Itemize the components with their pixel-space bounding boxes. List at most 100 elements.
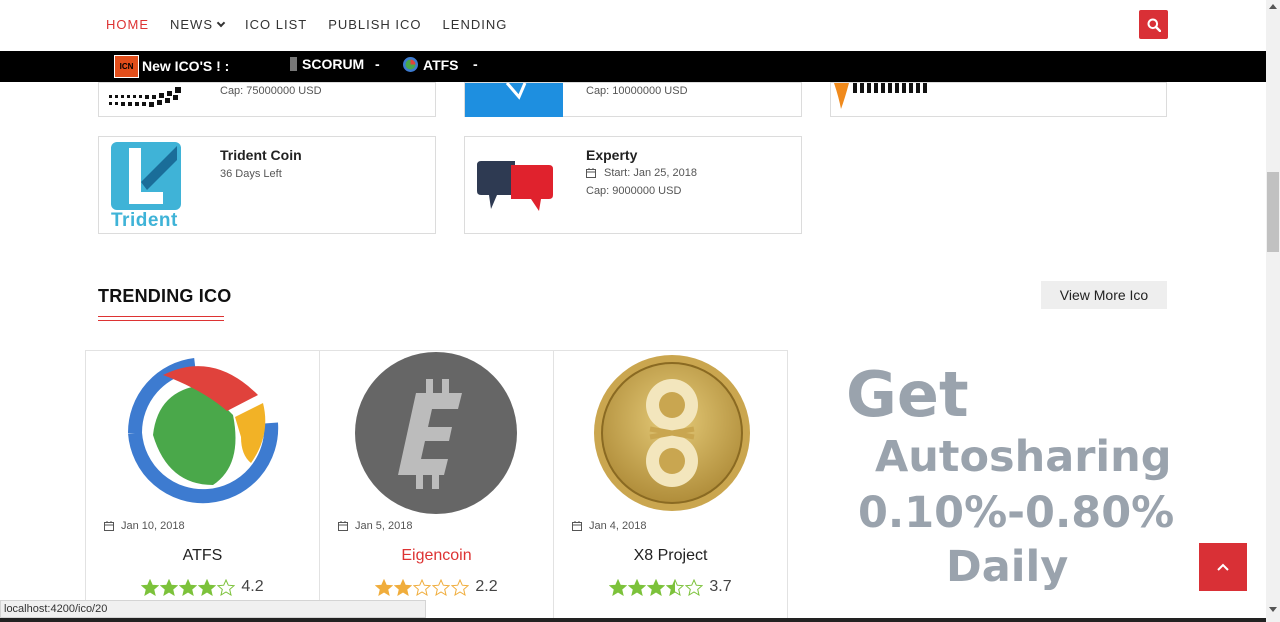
ico-card-trident-coin[interactable]: Trident Trident Coin 36 Days Left	[98, 136, 436, 234]
browser-status-url: localhost:4200/ico/20	[0, 600, 426, 618]
ico-date-text: Jan 5, 2018	[355, 520, 413, 532]
star-full-icon	[141, 578, 160, 596]
star-empty-icon	[413, 578, 432, 596]
ticker-separator: -	[473, 56, 478, 72]
calendar-icon	[572, 521, 582, 531]
nav-news[interactable]: NEWS	[170, 17, 226, 32]
star-half-icon	[666, 578, 685, 596]
ico-card[interactable]	[830, 82, 1167, 117]
ico-name: Trident Coin	[220, 147, 302, 163]
ad-line: Daily	[946, 542, 1069, 592]
ico-rating: 4.2	[86, 578, 319, 596]
rating-value: 4.2	[241, 578, 264, 595]
atfs-logo	[127, 358, 279, 504]
star-empty-icon	[432, 578, 451, 596]
ad-line: Get	[846, 358, 969, 431]
scroll-up-arrow-icon[interactable]	[1269, 4, 1277, 9]
autosharing-ad[interactable]: Get Autosharing 0.10%-0.80% Daily	[800, 350, 1180, 600]
ico-card[interactable]: Cap: 10000000 USD	[464, 82, 802, 117]
trending-card-atfs[interactable]: Jan 10, 2018 ATFS 4.2	[85, 350, 320, 622]
search-button[interactable]	[1139, 10, 1168, 39]
eigencoin-logo	[355, 352, 517, 514]
star-full-icon	[647, 578, 666, 596]
scorum-icon	[290, 57, 297, 71]
scroll-down-arrow-icon[interactable]	[1269, 607, 1277, 612]
star-empty-icon	[685, 578, 704, 596]
star-full-icon	[628, 578, 647, 596]
ico-date: Jan 4, 2018	[572, 520, 647, 532]
rating-value: 2.2	[475, 578, 498, 595]
trident-icon	[111, 142, 181, 210]
chevron-down-icon	[216, 18, 226, 28]
ticker-item-label: SCORUM	[302, 56, 365, 72]
ticker-item-atfs[interactable]: ATFS	[402, 56, 459, 73]
ticker-title: New ICO'S ! :	[142, 58, 230, 74]
scrollbar-thumb[interactable]	[1267, 172, 1279, 252]
trident-logo-text: Trident	[111, 210, 178, 231]
calendar-icon	[586, 168, 596, 178]
calendar-icon	[104, 521, 114, 531]
ico-cap: Cap: 10000000 USD	[586, 85, 688, 97]
ico-date-text: Jan 4, 2018	[589, 520, 647, 532]
star-full-icon	[198, 578, 217, 596]
ico-name: Experty	[586, 147, 638, 163]
bottom-edge	[0, 618, 1266, 622]
ico-cap: Cap: 9000000 USD	[586, 185, 682, 197]
ico-date-text: Jan 10, 2018	[121, 520, 185, 532]
ticker-item-label: ATFS	[423, 56, 459, 73]
search-icon	[1147, 18, 1161, 32]
section-title-underline	[98, 316, 224, 321]
star-full-icon	[179, 578, 198, 596]
experty-logo	[477, 161, 553, 211]
ico-card-experty[interactable]: Experty Start: Jan 25, 2018 Cap: 9000000…	[464, 136, 802, 234]
ico-days-left: 36 Days Left	[220, 168, 282, 180]
star-rating	[609, 578, 704, 596]
ico-start: Start: Jan 25, 2018	[586, 167, 697, 179]
ico-logo	[465, 82, 563, 117]
star-rating	[375, 578, 470, 596]
nav-publish-ico[interactable]: PUBLISH ICO	[328, 17, 421, 32]
nav-lending[interactable]: LENDING	[443, 17, 508, 32]
ad-line: 0.10%-0.80%	[858, 488, 1175, 538]
ico-rating: 3.7	[554, 578, 787, 596]
dotted-logo	[109, 87, 181, 107]
top-navbar: HOME NEWS ICO LIST PUBLISH ICO LENDING	[0, 0, 1266, 51]
nav-news-label: NEWS	[170, 17, 213, 32]
ico-name[interactable]: Eigencoin	[320, 547, 553, 565]
ico-cap: Cap: 75000000 USD	[220, 85, 322, 97]
trending-card-x8-project[interactable]: Jan 4, 2018 X8 Project 3.7	[553, 350, 788, 622]
ticker-item-scorum[interactable]: SCORUM	[290, 56, 364, 72]
calendar-icon	[338, 521, 348, 531]
rating-value: 3.7	[709, 578, 732, 595]
ad-line: Autosharing	[875, 432, 1172, 482]
ticker-separator: -	[375, 56, 380, 72]
star-full-icon	[609, 578, 628, 596]
ico-card[interactable]: Cap: 75000000 USD	[98, 82, 436, 117]
chevron-up-icon	[1217, 563, 1229, 571]
section-title: TRENDING ICO	[98, 286, 232, 306]
back-to-top-button[interactable]	[1199, 543, 1247, 591]
arrow-logo-icon	[505, 82, 527, 100]
star-full-icon	[394, 578, 413, 596]
star-empty-icon	[451, 578, 470, 596]
star-empty-icon	[217, 578, 236, 596]
nav-ico-list[interactable]: ICO LIST	[245, 17, 307, 32]
star-rating	[141, 578, 236, 596]
ico-date: Jan 5, 2018	[338, 520, 413, 532]
x8-logo	[594, 355, 750, 511]
star-full-icon	[160, 578, 179, 596]
ico-name: X8 Project	[633, 547, 708, 564]
new-ico-ticker: ICN New ICO'S ! : SCORUM - ATFS -	[0, 51, 1266, 82]
ticker-logo: ICN	[114, 55, 139, 78]
ico-date: Jan 10, 2018	[104, 520, 185, 532]
trident-logo: Trident	[111, 142, 185, 231]
atfs-icon	[403, 57, 418, 72]
ico-logo	[834, 83, 927, 109]
nav-menu: HOME NEWS ICO LIST PUBLISH ICO LENDING	[106, 17, 528, 32]
vertical-scrollbar[interactable]	[1266, 0, 1280, 622]
view-more-ico-button[interactable]: View More Ico	[1041, 281, 1167, 309]
ico-start-text: Start: Jan 25, 2018	[604, 167, 697, 179]
nav-home[interactable]: HOME	[106, 17, 149, 32]
star-full-icon	[375, 578, 394, 596]
trending-card-eigencoin[interactable]: Jan 5, 2018 Eigencoin 2.2	[319, 350, 554, 622]
